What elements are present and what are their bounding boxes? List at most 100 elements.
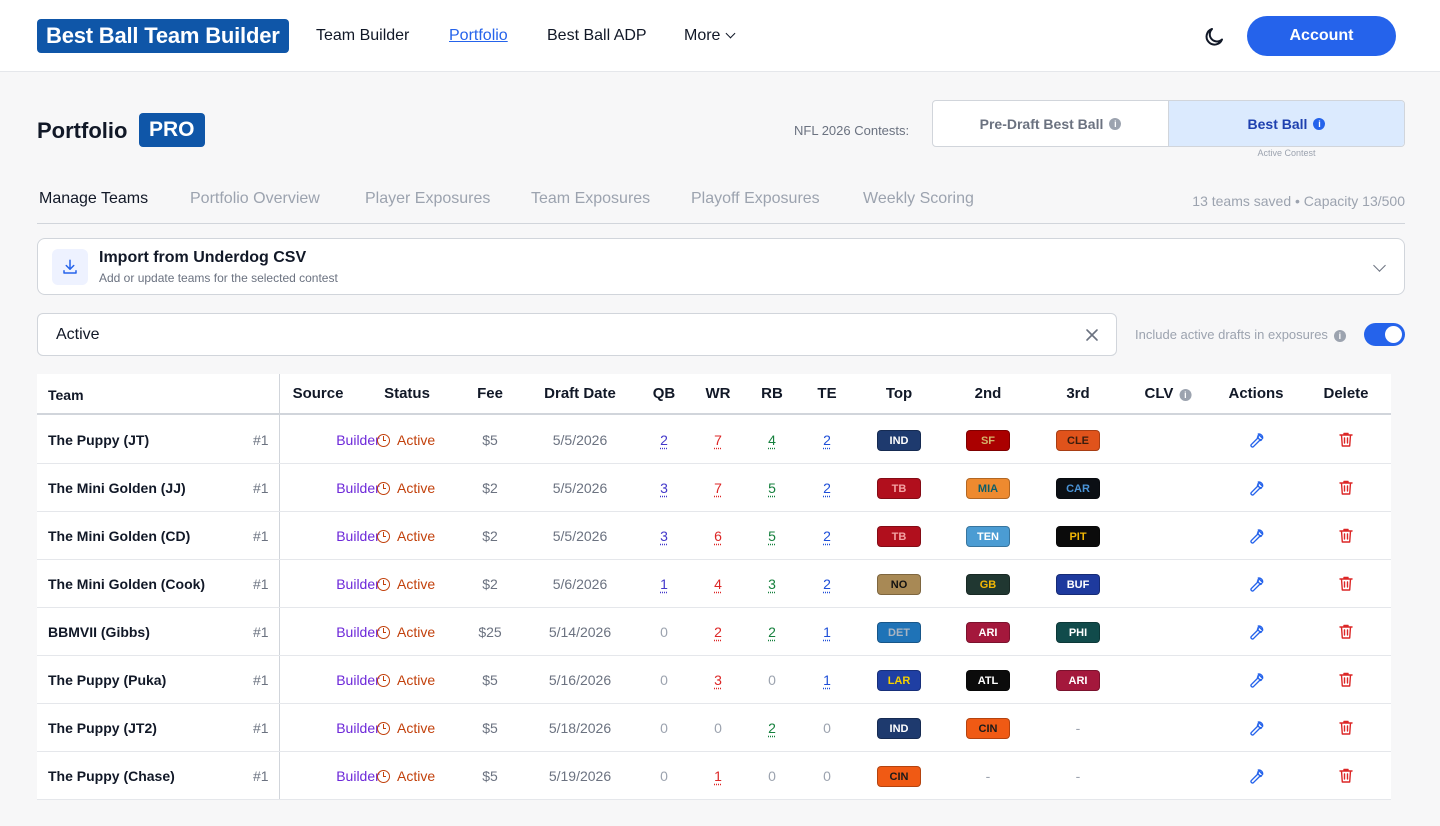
team-stack-tag[interactable]: SF — [966, 430, 1010, 451]
col-clv[interactable]: CLV i — [1145, 385, 1192, 402]
trash-icon[interactable] — [1338, 431, 1354, 448]
close-icon[interactable] — [1084, 327, 1100, 343]
include-active-drafts-toggle[interactable] — [1364, 323, 1405, 346]
account-button[interactable]: Account — [1247, 16, 1396, 56]
trash-icon[interactable] — [1338, 575, 1354, 592]
team-stack-tag[interactable]: CLE — [1056, 430, 1100, 451]
team-stack-tag[interactable]: CIN — [877, 766, 921, 787]
nav-best-ball-adp[interactable]: Best Ball ADP — [547, 26, 647, 46]
count-wr[interactable]: 1 — [698, 752, 738, 800]
team-stack-tag[interactable]: ARI — [966, 622, 1010, 643]
count-rb[interactable]: 2 — [752, 608, 792, 656]
team-stack-tag[interactable]: TEN — [966, 526, 1010, 547]
team-stack-tag[interactable]: ATL — [966, 670, 1010, 691]
col-team[interactable]: Team — [48, 387, 84, 403]
count-rb[interactable]: 2 — [752, 704, 792, 752]
count-qb[interactable]: 3 — [644, 512, 684, 560]
trash-icon[interactable] — [1338, 623, 1354, 640]
wrench-icon[interactable] — [1247, 575, 1265, 593]
count-qb[interactable]: 3 — [644, 464, 684, 512]
count-wr[interactable]: 4 — [698, 560, 738, 608]
col-2nd[interactable]: 2nd — [975, 385, 1002, 402]
wrench-icon[interactable] — [1247, 479, 1265, 497]
count-wr[interactable]: 7 — [698, 464, 738, 512]
count-te[interactable]: 2 — [807, 560, 847, 608]
tab-weekly-scoring[interactable]: Weekly Scoring — [863, 190, 974, 208]
moon-icon[interactable] — [1202, 25, 1226, 49]
nav-portfolio[interactable]: Portfolio — [449, 26, 508, 46]
info-icon[interactable]: i — [1333, 330, 1346, 342]
col-draft-date[interactable]: Draft Date — [544, 385, 616, 402]
trash-icon[interactable] — [1338, 671, 1354, 688]
trash-icon[interactable] — [1338, 479, 1354, 496]
trash-icon[interactable] — [1338, 527, 1354, 544]
count-wr[interactable]: 2 — [698, 608, 738, 656]
tab-manage-teams[interactable]: Manage Teams — [39, 190, 148, 208]
wrench-icon[interactable] — [1247, 527, 1265, 545]
tab-portfolio-overview[interactable]: Portfolio Overview — [190, 190, 320, 208]
table-row[interactable]: The Mini Golden (JJ) #1 Builder Active $2 5/5… — [37, 464, 1391, 512]
nav-more[interactable]: More — [684, 26, 736, 46]
count-rb[interactable]: 4 — [752, 416, 792, 464]
tab-team-exposures[interactable]: Team Exposures — [531, 190, 650, 208]
team-stack-tag[interactable]: NO — [877, 574, 921, 595]
team-stack-tag[interactable]: CAR — [1056, 478, 1100, 499]
team-stack-tag[interactable]: DET — [877, 622, 921, 643]
team-stack-tag[interactable]: ARI — [1056, 670, 1100, 691]
count-qb[interactable]: 1 — [644, 560, 684, 608]
count-te[interactable]: 2 — [807, 416, 847, 464]
team-stack-tag[interactable]: IND — [877, 430, 921, 451]
trash-icon[interactable] — [1338, 719, 1354, 736]
col-te[interactable]: TE — [817, 385, 836, 402]
import-csv-panel[interactable]: Import from Underdog CSV Add or update t… — [37, 238, 1405, 295]
wrench-icon[interactable] — [1247, 671, 1265, 689]
count-te[interactable]: 2 — [807, 464, 847, 512]
contest-pre-draft-button[interactable]: Pre-Draft Best Ball i — [933, 101, 1168, 146]
info-icon[interactable]: i — [1179, 389, 1192, 401]
col-qb[interactable]: QB — [653, 385, 676, 402]
col-3rd[interactable]: 3rd — [1066, 385, 1089, 402]
team-stack-tag[interactable]: GB — [966, 574, 1010, 595]
team-stack-tag[interactable]: MIA — [966, 478, 1010, 499]
table-row[interactable]: The Puppy (Chase) #1 Builder Active $5 5/19/2… — [37, 752, 1391, 800]
table-row[interactable]: BBMVII (Gibbs) #1 Builder Active $25 5/14/202… — [37, 608, 1391, 656]
team-stack-tag[interactable]: IND — [877, 718, 921, 739]
col-status[interactable]: Status — [384, 385, 430, 402]
wrench-icon[interactable] — [1247, 431, 1265, 449]
team-stack-tag[interactable]: CIN — [966, 718, 1010, 739]
count-wr[interactable]: 6 — [698, 512, 738, 560]
col-fee[interactable]: Fee — [477, 385, 503, 402]
count-rb[interactable]: 5 — [752, 512, 792, 560]
table-row[interactable]: The Puppy (JT) #1 Builder Active $5 5/5/2026 2… — [37, 416, 1391, 464]
count-rb[interactable]: 5 — [752, 464, 792, 512]
col-top[interactable]: Top — [886, 385, 912, 402]
trash-icon[interactable] — [1338, 767, 1354, 784]
col-rb[interactable]: RB — [761, 385, 783, 402]
team-stack-tag[interactable]: TB — [877, 478, 921, 499]
col-source[interactable]: Source — [293, 385, 344, 402]
count-wr[interactable]: 7 — [698, 416, 738, 464]
team-stack-tag[interactable]: BUF — [1056, 574, 1100, 595]
col-wr[interactable]: WR — [706, 385, 731, 402]
tab-player-exposures[interactable]: Player Exposures — [365, 190, 490, 208]
count-te[interactable]: 2 — [807, 512, 847, 560]
contest-best-ball-button[interactable]: Best Ball i — [1168, 101, 1404, 146]
wrench-icon[interactable] — [1247, 623, 1265, 641]
team-stack-tag[interactable]: TB — [877, 526, 921, 547]
info-icon[interactable]: i — [1109, 117, 1122, 130]
count-wr[interactable]: 3 — [698, 656, 738, 704]
wrench-icon[interactable] — [1247, 719, 1265, 737]
chevron-down-icon[interactable] — [1373, 259, 1386, 272]
status-filter-input[interactable]: Active — [37, 313, 1117, 356]
info-icon[interactable]: i — [1313, 117, 1326, 130]
nav-team-builder[interactable]: Team Builder — [316, 26, 409, 46]
count-rb[interactable]: 3 — [752, 560, 792, 608]
table-row[interactable]: The Mini Golden (CD) #1 Builder Active $2 5/5… — [37, 512, 1391, 560]
team-stack-tag[interactable]: LAR — [877, 670, 921, 691]
table-row[interactable]: The Puppy (Puka) #1 Builder Active $5 5/16/20… — [37, 656, 1391, 704]
brand-logo[interactable]: Best Ball Team Builder — [37, 19, 289, 53]
count-te[interactable]: 1 — [807, 608, 847, 656]
count-te[interactable]: 1 — [807, 656, 847, 704]
team-stack-tag[interactable]: PIT — [1056, 526, 1100, 547]
table-row[interactable]: The Puppy (JT2) #1 Builder Active $5 5/18/202… — [37, 704, 1391, 752]
